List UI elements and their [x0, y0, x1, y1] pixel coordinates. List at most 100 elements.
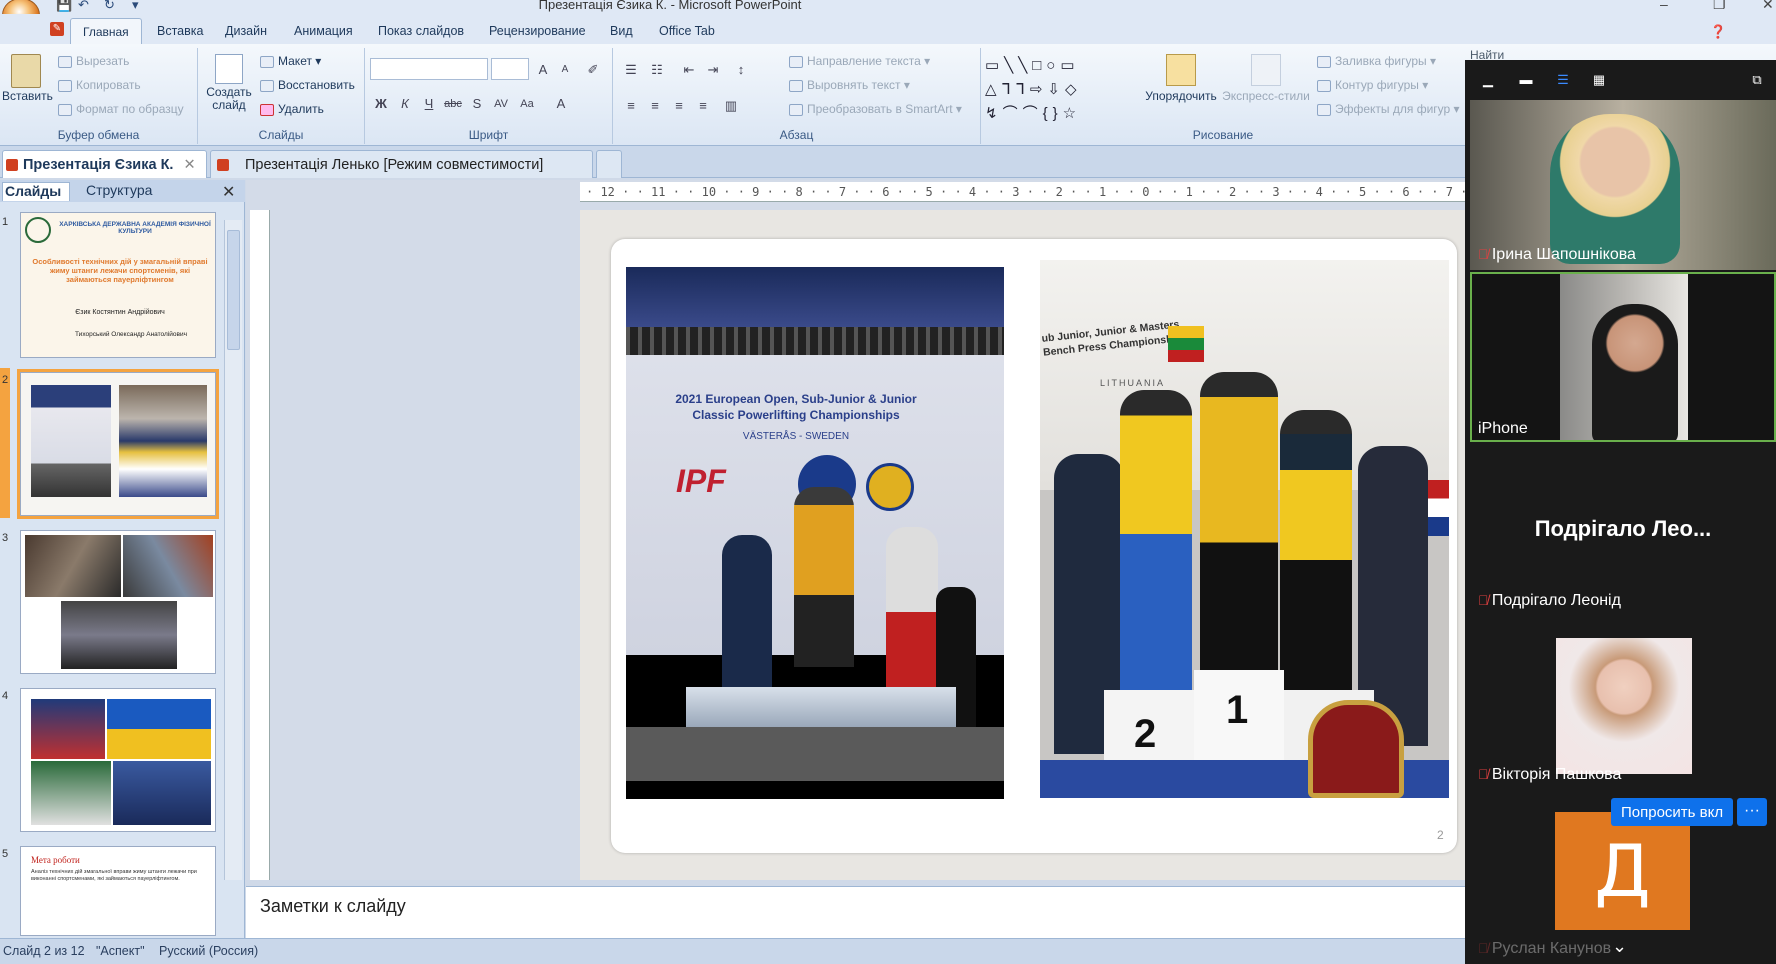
clear-format-icon[interactable]: ✐ — [583, 60, 603, 78]
columns-icon[interactable]: ▥ — [721, 96, 741, 114]
participant-video-3[interactable]: Подрігало Лео... 🎙̸ Подрігало Леонід — [1470, 444, 1776, 614]
tab-slideshow[interactable]: Показ слайдов — [370, 24, 472, 38]
view-speaker-icon[interactable]: ☰ — [1553, 72, 1573, 87]
slide-thumbnail-5[interactable]: Мета роботи Аналіз технічних дій змагаль… — [20, 846, 216, 936]
increase-indent-icon[interactable]: ⇥ — [703, 60, 723, 78]
podium-number-1: 1 — [1226, 688, 1249, 732]
slide-thumbnail-3[interactable] — [20, 530, 216, 674]
group-label: Абзац — [779, 128, 814, 142]
close-tab-icon[interactable]: ✕ — [183, 157, 195, 173]
status-language[interactable]: Русский (Россия) — [159, 944, 258, 958]
participant-video-1[interactable]: 🎙̸ Ірина Шапошнікова — [1470, 100, 1776, 270]
italic-icon[interactable]: К — [395, 94, 415, 112]
shape-effects-button[interactable]: Эффекты для фигур ▾ — [1317, 102, 1460, 116]
align-right-icon[interactable]: ≡ — [669, 96, 689, 114]
shape-outline-button[interactable]: Контур фигуры ▾ — [1317, 78, 1428, 92]
text-direction-button[interactable]: Направление текста ▾ — [789, 54, 930, 68]
tab-slides[interactable]: Слайды — [2, 182, 71, 201]
tab-insert[interactable]: Вставка — [149, 24, 211, 38]
shrink-font-icon[interactable]: A — [555, 60, 575, 78]
close-icon[interactable]: ✕ — [1762, 0, 1774, 13]
tab-outline[interactable]: Структура — [86, 182, 152, 198]
shapes-gallery[interactable]: ▭╲╲□○▭ △ᒣᒣ⇨⇩◇ ↯⌒⌒{}☆ — [985, 54, 1135, 126]
slide-photo-1[interactable]: 2021 European Open, Sub-Junior & Junior … — [626, 267, 1004, 799]
align-left-icon[interactable]: ≡ — [621, 96, 641, 114]
group-label: Шрифт — [468, 128, 509, 142]
bold-icon[interactable]: Ж — [371, 94, 391, 112]
paste-button[interactable]: Вставить — [2, 54, 53, 103]
layout-button[interactable]: Макет ▾ — [260, 54, 321, 68]
doc-tab-label: Презентація Ленько [Режим совместимости] — [245, 157, 544, 173]
scroll-thumb[interactable] — [227, 230, 240, 350]
new-slide-button[interactable]: Создать слайд — [204, 54, 254, 112]
podium-number-2: 2 — [1134, 712, 1157, 756]
tab-design[interactable]: Дизайн — [217, 24, 275, 38]
athlete-gold — [1200, 372, 1278, 682]
find-label: Найти — [1470, 48, 1505, 62]
quick-styles-button[interactable]: Экспресс-стили — [1221, 54, 1311, 103]
line-spacing-icon[interactable]: ↕ — [731, 60, 751, 78]
strikethrough-icon[interactable]: abc — [443, 94, 463, 112]
participant-video-2[interactable]: iPhone — [1470, 272, 1776, 442]
minimize-bar-icon[interactable]: ▁ — [1478, 72, 1498, 87]
new-tab-button[interactable] — [596, 150, 622, 178]
selection-marker — [0, 368, 10, 518]
doc-tab-inactive[interactable]: Презентація Ленько [Режим совместимости] — [210, 150, 593, 178]
convert-smartart-label: Преобразовать в SmartArt — [807, 102, 953, 116]
new-slide-label: Создать слайд — [206, 85, 252, 112]
tab-review[interactable]: Рецензирование — [481, 24, 594, 38]
char-spacing-icon[interactable]: AV — [491, 94, 511, 112]
text-direction-icon — [789, 55, 803, 68]
reset-button[interactable]: Восстановить — [260, 78, 355, 92]
tab-home[interactable]: Главная — [70, 18, 142, 44]
font-size-select[interactable] — [491, 58, 529, 80]
convert-smartart-button[interactable]: Преобразовать в SmartArt ▾ — [789, 102, 962, 116]
slide-thumbnail-1[interactable]: ХАРКІВСЬКА ДЕРЖАВНА АКАДЕМІЯ ФІЗИЧНОЇ КУ… — [20, 212, 216, 358]
view-thumbnail-icon[interactable]: ▬ — [1516, 72, 1536, 87]
copy-button[interactable]: Копировать — [58, 78, 141, 92]
align-center-icon[interactable]: ≡ — [645, 96, 665, 114]
panel-scrollbar[interactable] — [224, 220, 242, 880]
minimize-icon[interactable]: – — [1660, 0, 1668, 12]
close-panel-icon[interactable]: ✕ — [222, 182, 235, 202]
delete-slide-button[interactable]: Удалить — [260, 102, 324, 116]
thumb-title: Мета роботи — [31, 855, 80, 865]
shadow-icon[interactable]: S — [467, 94, 487, 112]
format-painter-button[interactable]: Формат по образцу — [58, 102, 184, 116]
scroll-down-chevron-icon[interactable]: ⌄ — [1612, 936, 1627, 957]
decrease-indent-icon[interactable]: ⇤ — [679, 60, 699, 78]
bullets-icon[interactable]: ☰ — [621, 60, 641, 78]
change-case-icon[interactable]: Aa — [517, 94, 537, 112]
underline-icon[interactable]: Ч — [419, 94, 439, 112]
more-options-button[interactable]: ··· — [1737, 798, 1767, 826]
ask-to-unmute-button[interactable]: Попросить вкл — [1611, 798, 1734, 826]
justify-icon[interactable]: ≡ — [693, 96, 713, 114]
numbering-icon[interactable]: ☷ — [647, 60, 667, 78]
slide-photo-2[interactable]: ub Junior, Junior & Masters Bench Press … — [1040, 260, 1449, 798]
participant-5-label: 🎙̸ Руслан Канунов — [1478, 940, 1611, 958]
participant-3-label: 🎙̸ Подрігало Леонід — [1478, 592, 1621, 610]
arrange-button[interactable]: Упорядочить — [1141, 54, 1221, 103]
tab-office-tab[interactable]: Office Tab — [651, 24, 723, 38]
photo1-podium — [686, 687, 956, 727]
doc-tab-active[interactable]: Презентація Єзика К. ✕ — [2, 150, 207, 178]
cut-label: Вырезать — [76, 54, 130, 68]
cut-button[interactable]: Вырезать — [58, 54, 129, 68]
slide-thumbnail-4[interactable] — [20, 688, 216, 832]
notes-pane[interactable] — [246, 886, 1465, 938]
participant-video-4[interactable]: 🎙̸ Вікторія Пашкова — [1470, 616, 1776, 786]
font-color-icon[interactable]: A — [551, 94, 571, 112]
text-direction-label: Направление текста — [807, 54, 921, 68]
help-icon[interactable]: ❓ — [1710, 24, 1726, 40]
slide-thumbnail-2[interactable] — [17, 369, 219, 519]
grow-font-icon[interactable]: A — [533, 60, 553, 78]
athlete-bronze — [1280, 410, 1352, 710]
restore-icon[interactable]: ❐ — [1713, 0, 1726, 13]
tab-view[interactable]: Вид — [602, 24, 641, 38]
font-name-select[interactable] — [370, 58, 488, 80]
exit-side-by-side-icon[interactable]: ⧉ — [1747, 72, 1767, 87]
shape-fill-button[interactable]: Заливка фигуры ▾ — [1317, 54, 1436, 68]
align-text-button[interactable]: Выровнять текст ▾ — [789, 78, 910, 92]
tab-animation[interactable]: Анимация — [286, 24, 361, 38]
view-gallery-icon[interactable]: ▦ — [1589, 72, 1609, 87]
